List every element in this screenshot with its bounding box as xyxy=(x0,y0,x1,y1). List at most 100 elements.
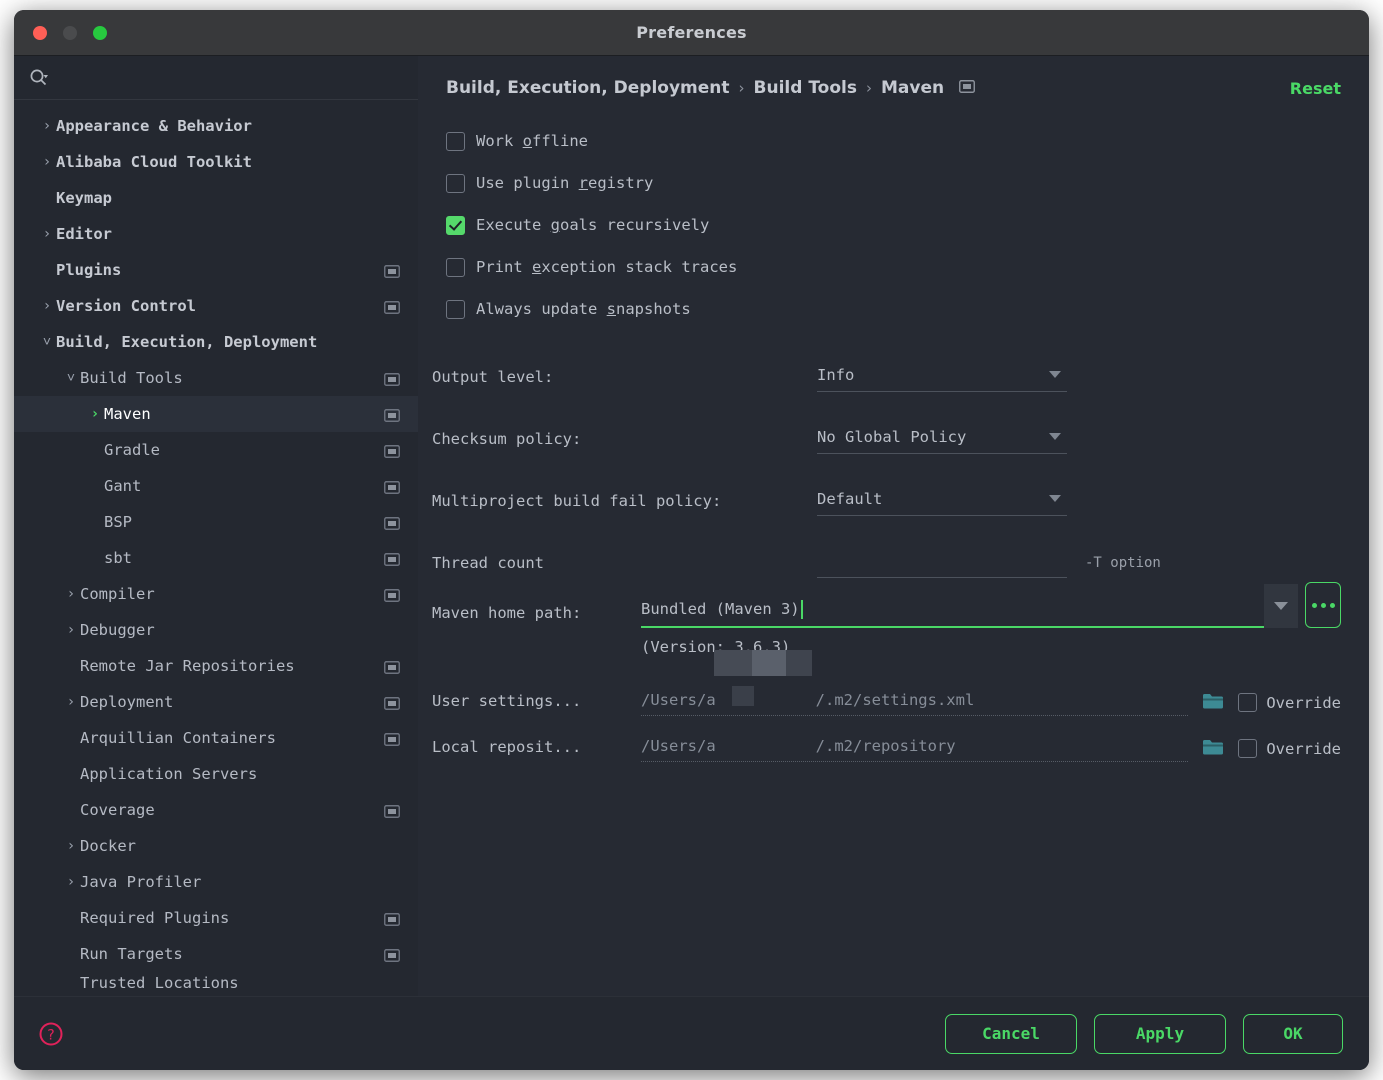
sidebar-item-keymap[interactable]: Keymap xyxy=(14,180,418,216)
sidebar-item-docker[interactable]: ›Docker xyxy=(14,828,418,864)
settings-tree[interactable]: ›Appearance & Behavior›Alibaba Cloud Too… xyxy=(14,100,418,996)
sidebar-item-build-tools[interactable]: ˅Build Tools xyxy=(14,360,418,396)
sidebar-item-required-plugins[interactable]: Required Plugins xyxy=(14,900,418,936)
sidebar-item-maven[interactable]: ›Maven xyxy=(14,396,418,432)
close-window-button[interactable] xyxy=(33,26,47,40)
sidebar-item-java-profiler[interactable]: ›Java Profiler xyxy=(14,864,418,900)
sidebar-item-sbt[interactable]: sbt xyxy=(14,540,418,576)
override-local-repository[interactable]: Override xyxy=(1238,739,1341,762)
chevron-right-icon[interactable]: › xyxy=(62,875,80,889)
breadcrumb-part-2[interactable]: Build Tools xyxy=(754,78,857,98)
local-repository-input[interactable]: /Users/a/.m2/repository xyxy=(641,730,1188,762)
folder-icon[interactable] xyxy=(1202,738,1224,756)
label-text-before: Execute xyxy=(476,216,551,234)
breadcrumb-part-3[interactable]: Maven xyxy=(881,78,944,98)
thread-count-input[interactable] xyxy=(817,544,1067,578)
chevron-right-icon[interactable]: › xyxy=(38,119,56,133)
sidebar-item-remote-jar-repositories[interactable]: Remote Jar Repositories xyxy=(14,648,418,684)
sidebar-item-deployment[interactable]: ›Deployment xyxy=(14,684,418,720)
sidebar-item-build-execution-deployment[interactable]: ˅Build, Execution, Deployment xyxy=(14,324,418,360)
sidebar-item-version-control[interactable]: ›Version Control xyxy=(14,288,418,324)
sidebar-search-row[interactable] xyxy=(14,56,418,100)
checkbox-always-update-snapshots[interactable] xyxy=(446,300,465,319)
sidebar-item-coverage[interactable]: Coverage xyxy=(14,792,418,828)
breadcrumb-part-1[interactable]: Build, Execution, Deployment xyxy=(446,78,730,98)
maven-home-browse-button[interactable] xyxy=(1305,582,1341,628)
checkbox-row-use-plugin-registry[interactable]: Use plugin registry xyxy=(446,162,1341,204)
project-scope-icon[interactable] xyxy=(384,948,400,961)
search-input[interactable] xyxy=(50,70,402,86)
project-scope-icon[interactable] xyxy=(384,516,400,529)
maven-home-input[interactable]: Bundled (Maven 3) xyxy=(641,592,1264,628)
help-circle-icon[interactable]: ? xyxy=(38,1021,64,1047)
user-settings-input[interactable]: /Users/a/.m2/settings.xml xyxy=(641,684,1188,716)
sidebar-item-label: Debugger xyxy=(80,621,384,639)
apply-button[interactable]: Apply xyxy=(1094,1014,1226,1054)
project-scope-icon[interactable] xyxy=(384,372,400,385)
project-scope-icon[interactable] xyxy=(384,300,400,313)
chevron-right-icon[interactable]: › xyxy=(62,587,80,601)
minimize-window-button[interactable] xyxy=(63,26,77,40)
maven-home-dropdown-button[interactable] xyxy=(1264,584,1298,628)
project-scope-icon[interactable] xyxy=(959,78,975,98)
override-user-settings[interactable]: Override xyxy=(1238,693,1341,716)
sidebar-item-editor[interactable]: ›Editor xyxy=(14,216,418,252)
checkbox-row-execute-goals-recursively[interactable]: Execute goals recursively xyxy=(446,204,1341,246)
checkbox-label: Work offline xyxy=(476,132,588,150)
cancel-button[interactable]: Cancel xyxy=(945,1014,1077,1054)
folder-icon[interactable] xyxy=(1202,692,1224,710)
output-level-dropdown[interactable]: Info xyxy=(817,358,1067,392)
chevron-right-icon[interactable]: › xyxy=(62,695,80,709)
project-scope-icon[interactable] xyxy=(384,732,400,745)
sidebar-item-alibaba-cloud-toolkit[interactable]: ›Alibaba Cloud Toolkit xyxy=(14,144,418,180)
project-scope-icon[interactable] xyxy=(384,660,400,673)
maximize-window-button[interactable] xyxy=(93,26,107,40)
sidebar-item-debugger[interactable]: ›Debugger xyxy=(14,612,418,648)
sidebar-item-label: Trusted Locations xyxy=(80,974,384,992)
project-scope-icon[interactable] xyxy=(384,912,400,925)
checkbox-print-exception-stack-traces[interactable] xyxy=(446,258,465,277)
chevron-down-icon[interactable]: ˅ xyxy=(38,335,56,349)
sidebar-item-compiler[interactable]: ›Compiler xyxy=(14,576,418,612)
sidebar-item-trusted-locations[interactable]: Trusted Locations xyxy=(14,972,418,994)
checksum-policy-dropdown[interactable]: No Global Policy xyxy=(817,420,1067,454)
chevron-right-icon[interactable]: › xyxy=(38,299,56,313)
chevron-right-icon[interactable]: › xyxy=(86,407,104,421)
override-checkbox[interactable] xyxy=(1238,739,1257,758)
project-scope-icon[interactable] xyxy=(384,804,400,817)
chevron-down-icon[interactable]: ˅ xyxy=(62,371,80,385)
sidebar-item-label: Plugins xyxy=(56,261,384,279)
project-scope-icon[interactable] xyxy=(384,588,400,601)
sidebar-item-gant[interactable]: Gant xyxy=(14,468,418,504)
project-scope-icon[interactable] xyxy=(384,696,400,709)
checkbox-execute-goals-recursively[interactable] xyxy=(446,216,465,235)
chevron-right-icon[interactable]: › xyxy=(62,839,80,853)
checkbox-use-plugin-registry[interactable] xyxy=(446,174,465,193)
window-title: Preferences xyxy=(14,23,1369,42)
reset-link[interactable]: Reset xyxy=(1290,79,1341,98)
checkbox-work-offline[interactable] xyxy=(446,132,465,151)
checkbox-row-work-offline[interactable]: Work offline xyxy=(446,120,1341,162)
chevron-right-icon[interactable]: › xyxy=(38,227,56,241)
sidebar-item-run-targets[interactable]: Run Targets xyxy=(14,936,418,972)
ok-button[interactable]: OK xyxy=(1243,1014,1343,1054)
override-checkbox[interactable] xyxy=(1238,693,1257,712)
sidebar-item-appearance-behavior[interactable]: ›Appearance & Behavior xyxy=(14,108,418,144)
project-scope-icon[interactable] xyxy=(384,480,400,493)
label-text-after: xception stack traces xyxy=(541,258,737,276)
project-scope-icon[interactable] xyxy=(384,444,400,457)
project-scope-icon[interactable] xyxy=(384,264,400,277)
fail-policy-dropdown[interactable]: Default xyxy=(817,482,1067,516)
sidebar-item-application-servers[interactable]: Application Servers xyxy=(14,756,418,792)
project-scope-icon[interactable] xyxy=(384,552,400,565)
sidebar-item-gradle[interactable]: Gradle xyxy=(14,432,418,468)
checkbox-row-print-exception-stack-traces[interactable]: Print exception stack traces xyxy=(446,246,1341,288)
sidebar-item-bsp[interactable]: BSP xyxy=(14,504,418,540)
sidebar-item-arquillian-containers[interactable]: Arquillian Containers xyxy=(14,720,418,756)
chevron-right-icon[interactable]: › xyxy=(38,155,56,169)
sidebar-item-plugins[interactable]: Plugins xyxy=(14,252,418,288)
sidebar-item-label: sbt xyxy=(104,549,384,567)
checkbox-row-always-update-snapshots[interactable]: Always update snapshots xyxy=(446,288,1341,330)
chevron-right-icon[interactable]: › xyxy=(62,623,80,637)
project-scope-icon[interactable] xyxy=(384,408,400,421)
